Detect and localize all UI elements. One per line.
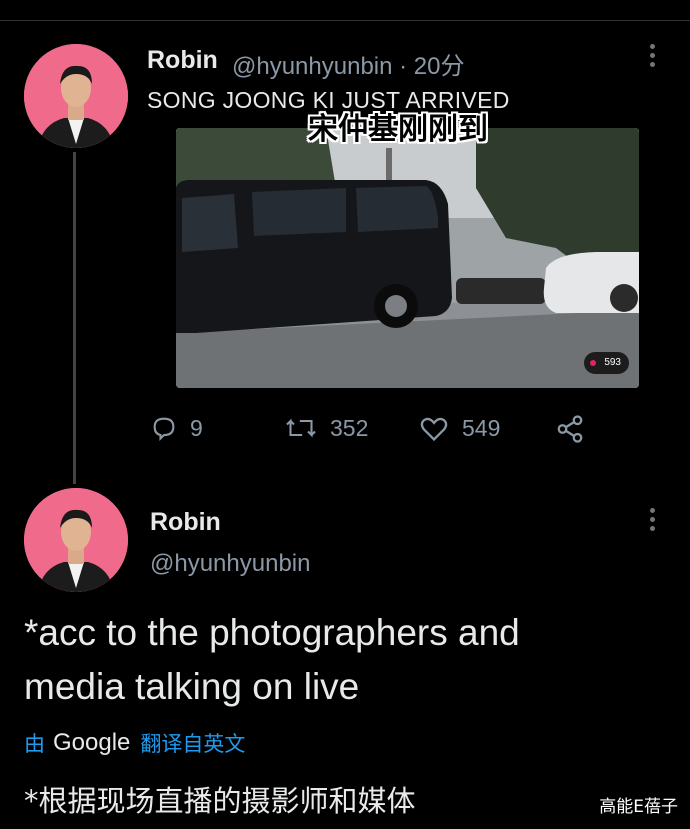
retweet-count: 352 bbox=[330, 414, 369, 441]
views-count: 593 bbox=[604, 357, 621, 368]
overlay-caption: 宋仲基刚刚到 bbox=[308, 112, 488, 147]
like-count: 549 bbox=[462, 414, 501, 441]
tweet-body-line-1: *acc to the photographers and bbox=[24, 612, 520, 653]
reply-button[interactable]: 9 bbox=[150, 414, 203, 442]
translate-by: 由 bbox=[24, 733, 45, 756]
share-icon bbox=[557, 415, 583, 443]
heart-icon bbox=[420, 417, 448, 442]
tweet-body-line-2: media talking on live bbox=[24, 666, 360, 707]
google-logo: Google bbox=[53, 729, 131, 756]
translated-text: *根据现场直播的摄影师和媒体 bbox=[24, 784, 416, 818]
top-divider bbox=[0, 20, 690, 21]
more-options-icon[interactable] bbox=[648, 44, 656, 70]
author-name[interactable]: Robin bbox=[150, 508, 221, 537]
live-dot-icon bbox=[590, 360, 597, 366]
reply-count: 9 bbox=[190, 414, 203, 441]
retweet-icon bbox=[286, 418, 316, 438]
avatar[interactable] bbox=[24, 44, 128, 148]
watermark: 高能E蓓子 bbox=[599, 797, 678, 817]
author-handle-time[interactable]: @hyunhyunbin · 20分 bbox=[232, 46, 465, 81]
views-badge: 593 bbox=[584, 352, 629, 374]
avatar[interactable] bbox=[24, 488, 128, 592]
tweet-photo[interactable]: 593 bbox=[176, 128, 639, 388]
translate-link[interactable]: 由 Google 翻译自英文 bbox=[24, 728, 245, 758]
author-handle[interactable]: @hyunhyunbin bbox=[150, 550, 310, 578]
share-button[interactable] bbox=[555, 414, 597, 444]
thread-connector bbox=[73, 152, 76, 484]
author-name[interactable]: Robin bbox=[147, 46, 218, 75]
translate-action: 翻译自英文 bbox=[140, 733, 246, 756]
like-button[interactable]: 549 bbox=[418, 414, 500, 442]
reply-icon bbox=[153, 417, 175, 442]
van-photo-image bbox=[176, 128, 639, 388]
more-options-icon[interactable] bbox=[648, 508, 656, 534]
retweet-button[interactable]: 352 bbox=[284, 414, 368, 442]
